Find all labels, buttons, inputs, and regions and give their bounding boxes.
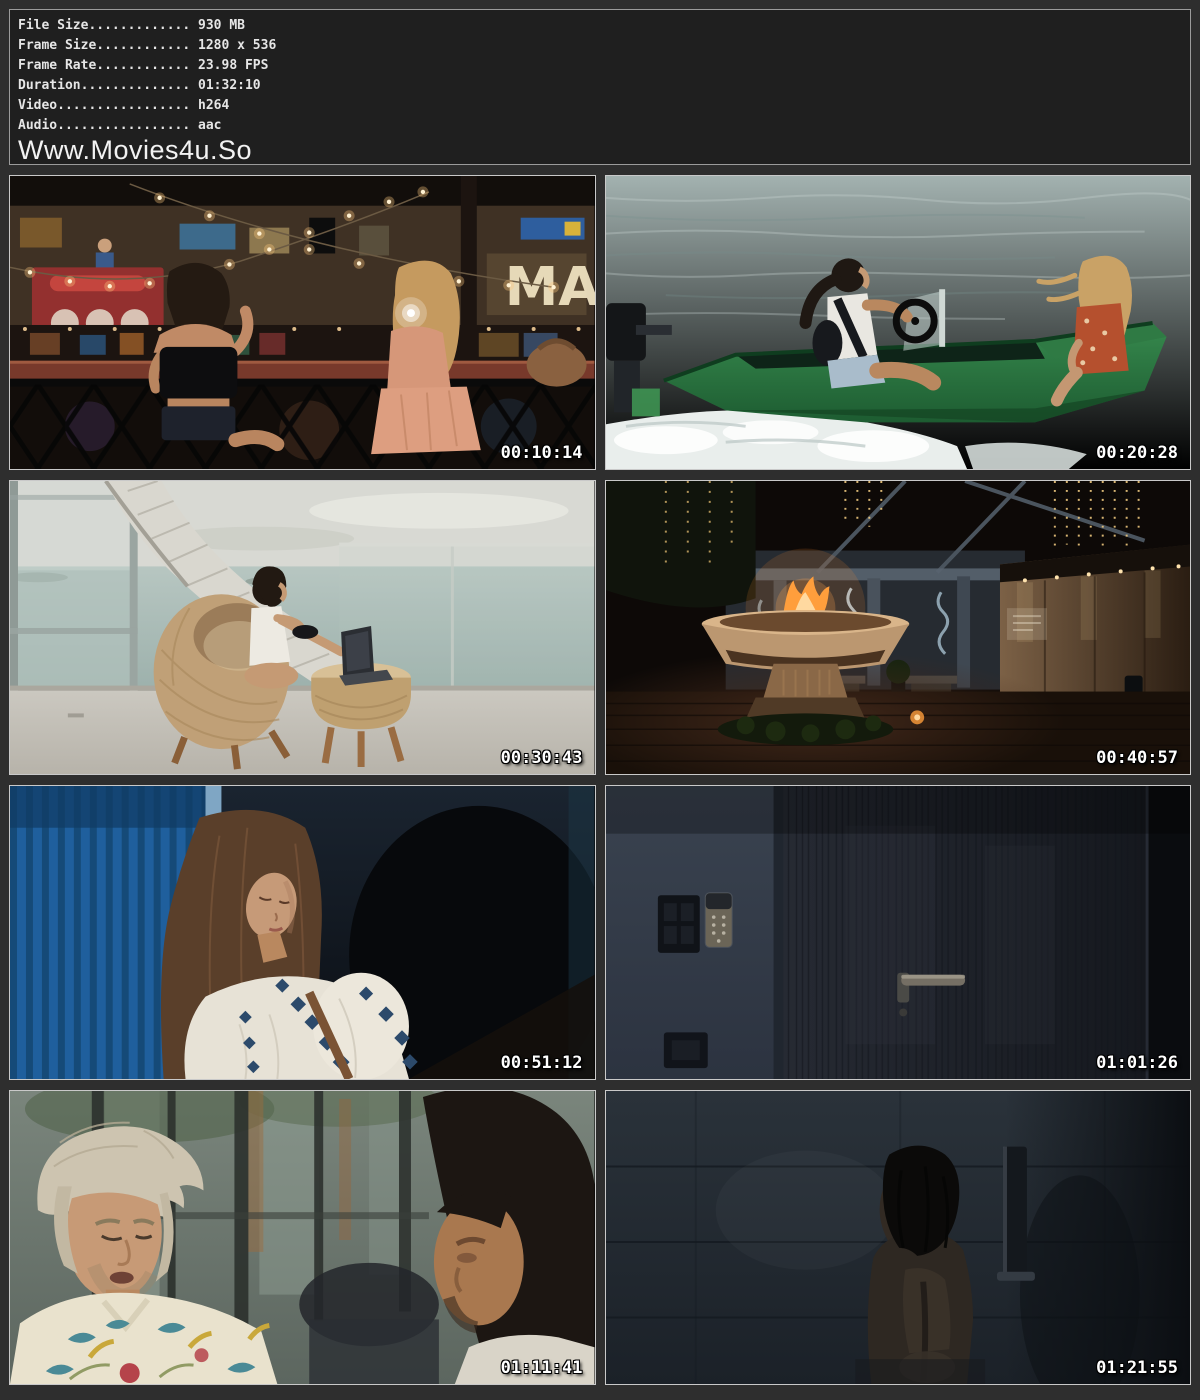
- timestamp-badge: 01:21:55: [1096, 1358, 1178, 1378]
- video-preview-sheet: File Size............. 930 MB Frame Size.…: [0, 0, 1200, 1400]
- timestamp-badge: 00:30:43: [501, 748, 583, 768]
- media-info-panel: File Size............. 930 MB Frame Size.…: [9, 9, 1191, 165]
- door-scene-image: [606, 786, 1191, 1079]
- thumbnail-night-market: MA: [9, 175, 596, 470]
- timestamp-badge: 00:51:12: [501, 1053, 583, 1073]
- two-men-scene-image: [10, 1091, 595, 1384]
- speedboat-scene-image: [606, 176, 1191, 469]
- info-label: Frame Size: [18, 38, 96, 53]
- info-label: Video: [18, 98, 57, 113]
- thumbnail-speedboat: 00:20:28: [605, 175, 1192, 470]
- timestamp-badge: 00:40:57: [1096, 748, 1178, 768]
- timestamp-badge: 00:20:28: [1096, 443, 1178, 463]
- timestamp-badge: 01:11:41: [501, 1358, 583, 1378]
- info-leader-dots: ..............: [81, 78, 191, 93]
- night-market-scene-image: MA: [10, 176, 595, 469]
- info-label: Audio: [18, 118, 57, 133]
- info-value: 01:32:10: [198, 78, 261, 93]
- thumbnail-door: 01:01:26: [605, 785, 1192, 1080]
- info-leader-dots: ............: [96, 38, 190, 53]
- thumbnail-shower: 01:21:55: [605, 1090, 1192, 1385]
- thumbnail-grid: MA: [9, 175, 1191, 1385]
- info-line-frame-size: Frame Size............ 1280 x 536: [18, 36, 1180, 56]
- info-line-video-codec: Video................. h264: [18, 96, 1180, 116]
- info-value: h264: [198, 98, 229, 113]
- shower-scene-image: [606, 1091, 1191, 1384]
- info-label: Frame Rate: [18, 58, 96, 73]
- fountain-scene-image: [606, 481, 1191, 774]
- info-value: 23.98 FPS: [198, 58, 268, 73]
- info-line-file-size: File Size............. 930 MB: [18, 16, 1180, 36]
- thumbnail-fountain: 00:40:57: [605, 480, 1192, 775]
- info-label: Duration: [18, 78, 81, 93]
- info-leader-dots: .............: [88, 18, 190, 33]
- info-leader-dots: .................: [57, 118, 190, 133]
- info-line-duration: Duration.............. 01:32:10: [18, 76, 1180, 96]
- timestamp-badge: 00:10:14: [501, 443, 583, 463]
- info-label: File Size: [18, 18, 88, 33]
- info-line-frame-rate: Frame Rate............ 23.98 FPS: [18, 56, 1180, 76]
- info-value: 1280 x 536: [198, 38, 276, 53]
- info-value: aac: [198, 118, 221, 133]
- thumbnail-balcony: 00:30:43: [9, 480, 596, 775]
- blouse-woman-scene-image: [10, 786, 595, 1079]
- timestamp-badge: 01:01:26: [1096, 1053, 1178, 1073]
- site-watermark: Www.Movies4u.So: [18, 136, 1180, 164]
- info-value: 930 MB: [198, 18, 245, 33]
- info-line-audio-codec: Audio................. aac: [18, 116, 1180, 136]
- info-leader-dots: .................: [57, 98, 190, 113]
- info-leader-dots: ............: [96, 58, 190, 73]
- thumbnail-two-men: 01:11:41: [9, 1090, 596, 1385]
- balcony-scene-image: [10, 481, 595, 774]
- thumbnail-blouse-woman: 00:51:12: [9, 785, 596, 1080]
